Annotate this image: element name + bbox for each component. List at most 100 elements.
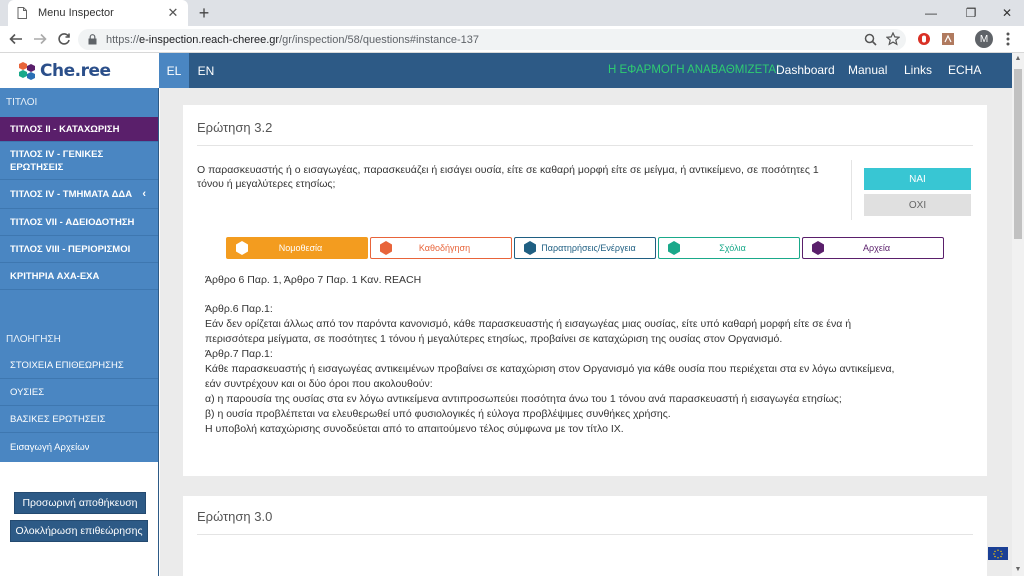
article-text: Άρθρ.6 Παρ.1: Εάν δεν ορίζεται άλλως από… xyxy=(205,302,975,437)
scroll-up-icon[interactable]: ▲ xyxy=(1012,53,1024,65)
tab-observations[interactable]: Παρατηρήσεις/Ενέργεια xyxy=(514,237,656,259)
article-line: β) η ουσία προβλέπεται να ελευθερωθεί υπ… xyxy=(205,408,671,420)
sidebar-item-title-8[interactable]: ΤΙΤΛΟΣ VIII - ΠΕΡΙΟΡΙΣΜΟΙ xyxy=(0,236,158,263)
nav-links[interactable]: Links xyxy=(904,53,932,88)
scroll-thumb[interactable] xyxy=(1014,69,1022,239)
main-content: Ερώτηση 3.2 Ο παρασκευαστής ή ο εισαγωγέ… xyxy=(160,88,1012,576)
app-header: Che.ree EL EN Η ΕΦΑΡΜΟΓΗ ΑΝΑΒΑΘΜΙΖΕΤΑΙ D… xyxy=(0,53,1024,88)
sidebar-menu: ΤΙΤΛΟΙ ΤΙΤΛΟΣ ΙΙ - ΚΑΤΑΧΩΡΙΣΗ ΤΙΤΛΟΣ IV … xyxy=(0,88,158,462)
sidebar-item-substances[interactable]: ΟΥΣΙΕΣ xyxy=(0,379,158,406)
sidebar-item-title-4-sds[interactable]: ΤΙΤΛΟΣ IV - ΤΜΗΜΑΤΑ ΔΔΑ ‹ xyxy=(0,180,158,209)
address-bar[interactable]: https://e-inspection.reach-cheree.gr/gr/… xyxy=(78,29,906,50)
sidebar-item-inspection-details[interactable]: ΣΤΟΙΧΕΙΑ ΕΠΙΘΕΩΡΗΣΗΣ xyxy=(0,352,158,379)
reload-icon[interactable] xyxy=(54,29,74,49)
sidebar-item-criteria[interactable]: ΚΡΙΤΗΡΙΑ ΑΧΑ-ΕΧΑ xyxy=(0,263,158,290)
sidebar-heading-titles: ΤΙΤΛΟΙ xyxy=(6,97,38,108)
question-text: Ο παρασκευαστής ή ο εισαγωγέας, παρασκευ… xyxy=(197,164,819,190)
tab-label: Σχόλια xyxy=(719,243,746,253)
sidebar-item-label: ΤΙΤΛΟΣ IV - ΓΕΝΙΚΕΣ ΕΡΩΤΗΣΕΙΣ xyxy=(10,148,104,173)
hexagon-icon xyxy=(524,241,536,255)
nav-dashboard[interactable]: Dashboard xyxy=(776,53,835,88)
browser-tab[interactable]: Menu Inspector ✕ xyxy=(8,0,188,26)
article-line: Η υποβολή καταχώρισης συνοδεύεται από το… xyxy=(205,423,624,435)
new-tab-button[interactable]: + xyxy=(194,3,214,23)
question-title: Ερώτηση 3.0 xyxy=(197,509,273,524)
article-line: Άρθρ.6 Παρ.1: xyxy=(205,303,273,315)
scroll-down-icon[interactable]: ▼ xyxy=(1012,564,1024,576)
extension-pdf-icon[interactable] xyxy=(940,31,956,47)
article-line: Άρθρ.7 Παρ.1: xyxy=(205,348,273,360)
extension-record-icon[interactable] xyxy=(916,31,932,47)
sidebar-item-label: ΟΥΣΙΕΣ xyxy=(10,386,45,398)
sidebar-item-label: ΚΡΙΤΗΡΙΑ ΑΧΑ-ΕΧΑ xyxy=(10,270,100,282)
upgrade-notice: Η ΕΦΑΡΜΟΓΗ ΑΝΑΒΑΘΜΙΖΕΤΑΙ xyxy=(608,64,780,76)
tab-close-icon[interactable]: ✕ xyxy=(166,5,180,21)
lang-en[interactable]: EN xyxy=(191,53,221,88)
page-scrollbar[interactable]: ▲ ▼ xyxy=(1012,53,1024,576)
logo[interactable]: Che.ree xyxy=(0,53,159,88)
close-window-button[interactable]: ✕ xyxy=(990,0,1024,26)
sidebar-item-title-2[interactable]: ΤΙΤΛΟΣ ΙΙ - ΚΑΤΑΧΩΡΙΣΗ xyxy=(0,117,158,142)
sidebar-item-label: ΒΑΣΙΚΕΣ ΕΡΩΤΗΣΕΙΣ xyxy=(10,413,106,425)
divider xyxy=(851,160,852,220)
logo-text: Che.ree xyxy=(40,60,111,81)
lang-el[interactable]: EL xyxy=(159,53,189,88)
complete-inspection-button[interactable]: Ολοκλήρωση επιθεώρησης xyxy=(10,520,148,542)
logo-hexagons-icon xyxy=(19,61,35,80)
article-line: Εάν δεν ορίζεται άλλως από τον παρόντα κ… xyxy=(205,318,852,330)
question-card: Ερώτηση 3.2 Ο παρασκευαστής ή ο εισαγωγέ… xyxy=(183,105,987,476)
browser-toolbar: https://e-inspection.reach-cheree.gr/gr/… xyxy=(0,26,1024,53)
browser-tabstrip: Menu Inspector ✕ + — ❐ ✕ xyxy=(0,0,1024,26)
forward-icon[interactable] xyxy=(30,29,50,49)
question-title: Ερώτηση 3.2 xyxy=(197,120,273,135)
temp-save-button[interactable]: Προσωρινή αποθήκευση xyxy=(14,492,146,514)
sidebar-item-title-7[interactable]: ΤΙΤΛΟΣ VII - ΑΔΕΙΟΔΟΤΗΣΗ xyxy=(0,209,158,236)
hexagon-icon xyxy=(812,241,824,255)
minimize-button[interactable]: — xyxy=(914,0,948,26)
hexagon-icon xyxy=(668,241,680,255)
url-text: https://e-inspection.reach-cheree.gr/gr/… xyxy=(106,33,480,46)
back-icon[interactable] xyxy=(6,29,26,49)
tab-label: Παρατηρήσεις/Ενέργεια xyxy=(541,243,636,253)
tab-label: Νομοθεσία xyxy=(278,243,323,253)
article-reference: Άρθρο 6 Παρ. 1, Άρθρο 7 Παρ. 1 Καν. REAC… xyxy=(205,274,422,286)
article-line: εάν συντρέχουν και οι δύο όροι που ακολο… xyxy=(205,378,433,390)
page-icon xyxy=(16,6,28,20)
tab-legislation[interactable]: Νομοθεσία xyxy=(226,237,368,259)
sidebar: ΤΙΤΛΟΙ ΤΙΤΛΟΣ ΙΙ - ΚΑΤΑΧΩΡΙΣΗ ΤΙΤΛΟΣ IV … xyxy=(0,88,159,576)
sidebar-item-title-4-general[interactable]: ΤΙΤΛΟΣ IV - ΓΕΝΙΚΕΣ ΕΡΩΤΗΣΕΙΣ xyxy=(0,142,158,180)
eu-flag-icon xyxy=(988,547,1008,560)
sidebar-item-label: ΤΙΤΛΟΣ VIII - ΠΕΡΙΟΡΙΣΜΟΙ xyxy=(10,243,131,255)
hexagon-icon xyxy=(380,241,392,255)
chevron-left-icon: ‹ xyxy=(142,188,146,200)
article-line: α) η παρουσία της ουσίας στα εν λόγω αντ… xyxy=(205,393,842,405)
tab-label: Καθοδήγηση xyxy=(418,243,471,253)
maximize-button[interactable]: ❐ xyxy=(954,0,988,26)
divider xyxy=(197,145,973,146)
browser-menu-icon[interactable] xyxy=(1000,31,1016,47)
nav-manual[interactable]: Manual xyxy=(848,53,887,88)
zoom-icon[interactable] xyxy=(862,31,878,47)
no-button[interactable]: ΟΧΙ xyxy=(864,194,971,216)
sidebar-item-import-files[interactable]: Εισαγωγή Αρχείων xyxy=(0,433,158,462)
sidebar-item-basic-questions[interactable]: ΒΑΣΙΚΕΣ ΕΡΩΤΗΣΕΙΣ xyxy=(0,406,158,433)
sidebar-item-label: ΤΙΤΛΟΣ IV - ΤΜΗΜΑΤΑ ΔΔΑ xyxy=(10,188,133,200)
yes-button[interactable]: ΝΑΙ xyxy=(864,168,971,190)
next-question-card: Ερώτηση 3.0 xyxy=(183,496,987,576)
bookmark-star-icon[interactable] xyxy=(885,31,901,47)
tab-label: Αρχεία xyxy=(862,243,891,253)
sidebar-item-label: ΤΙΤΛΟΣ ΙΙ - ΚΑΤΑΧΩΡΙΣΗ xyxy=(10,123,120,135)
article-line: Κάθε παρασκευαστής ή εισαγωγέας αντικειμ… xyxy=(205,363,895,375)
sidebar-item-label: ΤΙΤΛΟΣ VII - ΑΔΕΙΟΔΟΤΗΣΗ xyxy=(10,216,135,228)
article-line: περισσότερα μείγματα, σε ποσότητες 1 τόν… xyxy=(205,333,783,345)
sidebar-item-label: Εισαγωγή Αρχείων xyxy=(10,442,90,453)
tab-comments[interactable]: Σχόλια xyxy=(658,237,800,259)
nav-echa[interactable]: ECHA xyxy=(948,53,981,88)
profile-avatar[interactable]: M xyxy=(975,30,993,48)
lock-icon xyxy=(88,34,100,46)
hexagon-icon xyxy=(236,241,248,255)
tab-guidance[interactable]: Καθοδήγηση xyxy=(370,237,512,259)
sidebar-heading-navigation: ΠΛΟΗΓΗΣΗ xyxy=(6,334,61,345)
tab-files[interactable]: Αρχεία xyxy=(802,237,944,259)
tab-title: Menu Inspector xyxy=(38,7,114,19)
